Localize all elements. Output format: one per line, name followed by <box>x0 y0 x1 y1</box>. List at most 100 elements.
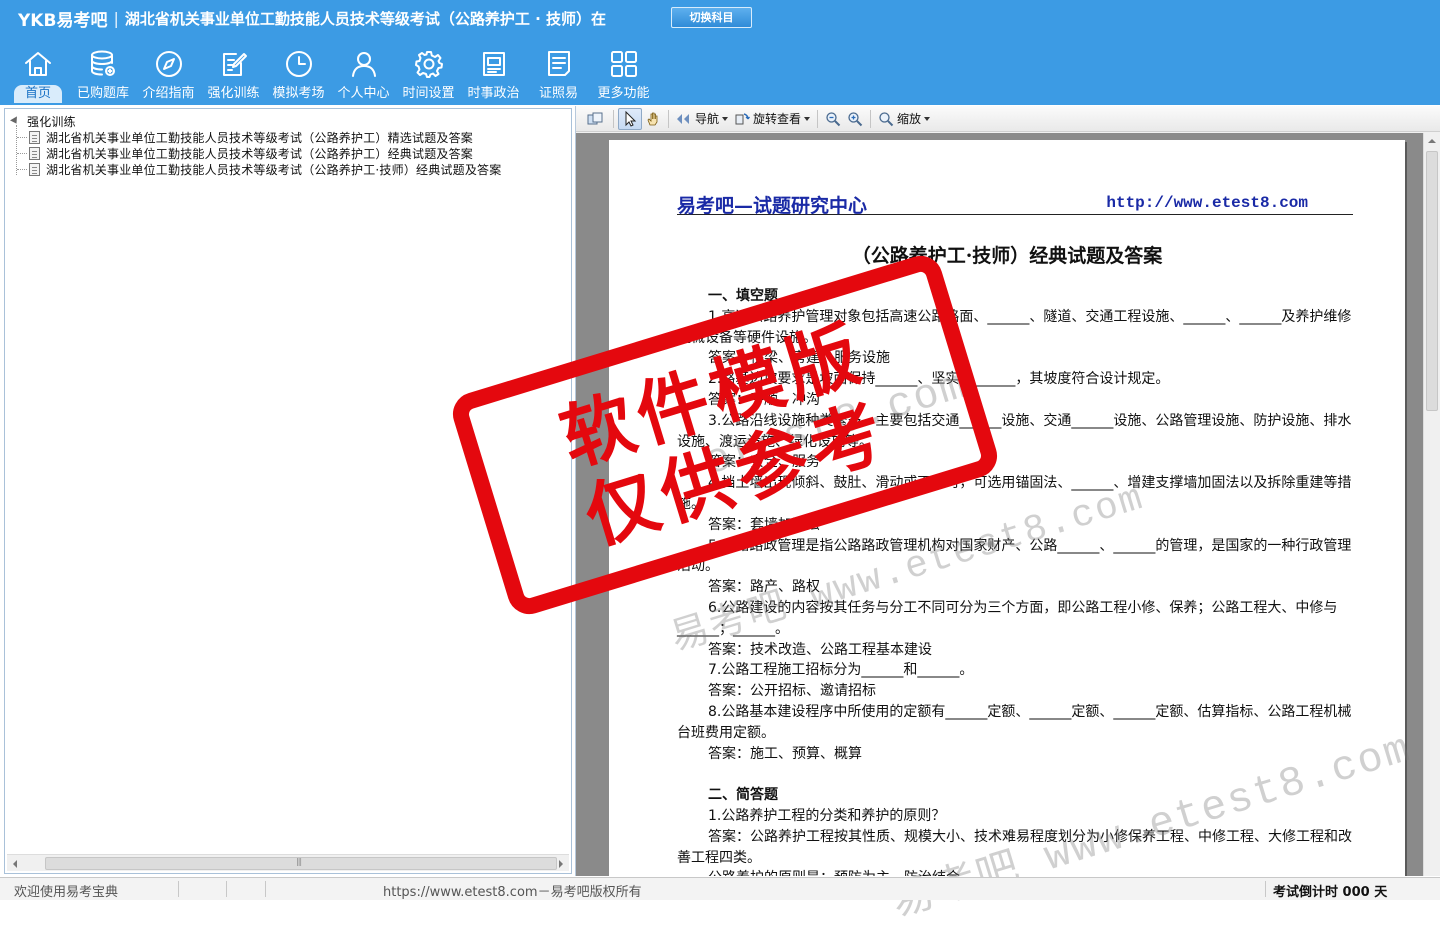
nav-label: 介绍指南 <box>142 86 195 101</box>
zoom-menu[interactable]: 缩放 <box>875 108 933 130</box>
navigate-icon <box>677 113 689 124</box>
nav-training[interactable]: 强化训练 <box>201 44 266 105</box>
tree-item-label: 湖北省机关事业单位工勤技能人员技术等级考试（公路养护工·技师）经典试题及答案 <box>46 162 502 177</box>
nav-mock-exam[interactable]: 模拟考场 <box>266 44 331 105</box>
nav-more[interactable]: 更多功能 <box>591 44 656 105</box>
document-title: （公路养护工·技师）经典试题及答案 <box>851 245 1163 267</box>
compass-icon <box>155 51 182 77</box>
book-icon <box>482 52 505 76</box>
page-canvas[interactable]: 易考吧—试题研究中心 http://www.etest8.com （公路养护工·… <box>576 133 1424 876</box>
tree-root-label: 强化训练 <box>27 114 76 129</box>
tree-item[interactable]: 湖北省机关事业单位工勤技能人员技术等级考试（公路养护工）精选试题及答案 <box>17 129 473 145</box>
status-welcome: 欢迎使用易考宝典 <box>14 885 119 900</box>
document-paragraph: 答案：套墙加固法 <box>708 516 820 533</box>
gear-icon <box>414 51 443 78</box>
zoom-out-button[interactable] <box>822 108 844 130</box>
nav-label: 首页 <box>13 85 62 103</box>
magnifier-icon <box>879 111 894 126</box>
horizontal-scrollbar[interactable] <box>7 854 569 871</box>
rotate-menu[interactable]: 旋转查看 <box>731 108 813 130</box>
status-copyright: https://www.etest8.com－易考吧版权所有 <box>383 885 642 900</box>
home-icon <box>25 52 51 76</box>
document-page: 易考吧—试题研究中心 http://www.etest8.com （公路养护工·… <box>609 140 1405 876</box>
edit-icon <box>222 53 247 76</box>
document-paragraph: 答案：路产、路权 <box>708 579 820 596</box>
document-icon <box>29 162 40 176</box>
nav-label: 证照易 <box>538 86 578 101</box>
nav-guide[interactable]: 介绍指南 <box>136 44 201 105</box>
document-paragraph: 公路养护的原则是：预防为主、防治结合。 <box>677 868 1353 876</box>
document-icon <box>29 130 40 144</box>
nav-certificate[interactable]: 证照易 <box>526 44 591 105</box>
chevron-down-icon <box>924 116 931 121</box>
scroll-thumb[interactable] <box>1426 151 1438 411</box>
document-paragraph: 2.路基边坡要求是坡面保持______、坚实无______，其坡度符合设计规定。 <box>708 371 1170 388</box>
document-paragraph: 3.公路沿线设施种类繁多，主要包括交通______设施、交通______设施、公… <box>677 412 1352 450</box>
scroll-thumb[interactable] <box>45 857 557 870</box>
nav-label: 模拟考场 <box>272 86 325 101</box>
scroll-right-icon[interactable] <box>552 855 569 872</box>
tree-panel: 强化训练 湖北省机关事业单位工勤技能人员技术等级考试（公路养护工）精选试题及答案… <box>4 108 572 874</box>
chevron-down-icon <box>804 116 811 121</box>
nav-label: 时事政治 <box>467 86 520 101</box>
collapse-arrow-icon[interactable] <box>10 116 20 126</box>
scroll-left-icon[interactable] <box>7 855 24 872</box>
tree-item-label: 湖北省机关事业单位工勤技能人员技术等级考试（公路养护工）经典试题及答案 <box>46 146 474 161</box>
zoom-in-button[interactable] <box>844 108 866 130</box>
app-logo: YKB易考吧 <box>18 10 108 31</box>
tree-item[interactable]: 湖北省机关事业单位工勤技能人员技术等级考试（公路养护工）经典试题及答案 <box>17 145 473 161</box>
document-paragraph: 8.公路基本建设程序中所使用的定额有______定额、______定额、____… <box>677 703 1352 741</box>
nav-label: 更多功能 <box>597 86 650 101</box>
tree-item[interactable]: 湖北省机关事业单位工勤技能人员技术等级考试（公路养护工·技师）经典试题及答案 <box>17 161 501 177</box>
viewer-toolbar: 导航 旋转查看 缩放 <box>576 106 1440 132</box>
nav-purchased[interactable]: 已购题库 <box>70 44 136 105</box>
app-title: 湖北省机关事业单位工勤技能人员技术等级考试（公路养护工 · 技师）在 <box>124 9 606 28</box>
rotate-icon <box>735 112 750 124</box>
document-header: 易考吧—试题研究中心 http://www.etest8.com <box>677 191 1353 217</box>
vertical-scrollbar[interactable] <box>1423 133 1440 876</box>
document-paragraph: 答案：安全、服务 <box>708 454 820 471</box>
title-bar: YKB易考吧 | 湖北省机关事业单位工勤技能人员技术等级考试（公路养护工 · 技… <box>0 0 606 36</box>
select-tool-button[interactable] <box>618 107 642 130</box>
document-paragraph: 1.公路养护工程的分类和养护的原则？ <box>708 807 946 824</box>
app-header: YKB易考吧 | 湖北省机关事业单位工勤技能人员技术等级考试（公路养护工 · 技… <box>0 0 1440 105</box>
hand-tool-button[interactable] <box>642 108 664 130</box>
nav-profile[interactable]: 个人中心 <box>331 44 396 105</box>
document-paragraph: 答案：桥梁、房建、服务设施 <box>708 350 890 367</box>
navigate-label: 导航 <box>695 112 720 126</box>
switch-subject-button[interactable]: 切换科目 <box>671 7 752 28</box>
certificate-icon <box>547 51 570 76</box>
nav-label: 个人中心 <box>337 86 390 101</box>
title-separator: | <box>113 8 119 28</box>
tree-root[interactable]: 强化训练 <box>10 113 76 129</box>
rotate-label: 旋转查看 <box>753 112 802 126</box>
document-org: 易考吧—试题研究中心 <box>677 195 868 217</box>
document-paragraph: 1.高速公路养护管理对象包括高速公路路面、______、隧道、交通工程设施、__… <box>677 308 1352 346</box>
status-bar: 欢迎使用易考宝典 https://www.etest8.com－易考吧版权所有 … <box>0 877 1440 900</box>
zoom-out-icon <box>826 111 841 126</box>
thumbnail-button[interactable] <box>584 108 609 130</box>
nav-current-affairs[interactable]: 时事政治 <box>461 44 526 105</box>
nav-label: 已购题库 <box>76 86 129 101</box>
scroll-up-icon[interactable] <box>1428 139 1436 143</box>
document-viewer: 导航 旋转查看 缩放 易考吧—试题研究中心 http://www.etest8.… <box>575 106 1440 876</box>
document-paragraph: 6.公路建设的内容按其任务与分工不同可分为三个方面，即公路工程小修、保养；公路工… <box>677 599 1338 637</box>
exam-countdown: 考试倒计时 000 天 <box>1273 885 1388 900</box>
thumbnail-icon <box>587 112 603 124</box>
nav-time-settings[interactable]: 时间设置 <box>396 44 461 105</box>
navigate-menu[interactable]: 导航 <box>673 108 731 130</box>
document-icon <box>29 146 40 160</box>
document-paragraph: 答案：公路养护工程按其性质、规模大小、技术难易程度划分为小修保养工程、中修工程、… <box>677 828 1352 866</box>
document-body: 一、填空题 1.高速公路养护管理对象包括高速公路路面、______、隧道、交通工程… <box>677 286 1353 876</box>
chevron-down-icon <box>722 116 729 121</box>
document-paragraph: 答案：公开招标、邀请招标 <box>708 683 876 700</box>
document-paragraph: 答案：施工、预算、概算 <box>708 745 862 762</box>
cursor-arrow-icon <box>625 110 637 127</box>
document-paragraph: 5.公路路政管理是指公路路政管理机构对国家财产、公路______、______的… <box>677 537 1352 575</box>
nav-label: 强化训练 <box>207 86 260 101</box>
nav-home[interactable]: 首页 <box>6 44 70 105</box>
hand-icon <box>647 112 658 125</box>
document-url: http://www.etest8.com <box>1106 194 1308 212</box>
course-tree: 强化训练 湖北省机关事业单位工勤技能人员技术等级考试（公路养护工）精选试题及答案… <box>7 111 569 851</box>
